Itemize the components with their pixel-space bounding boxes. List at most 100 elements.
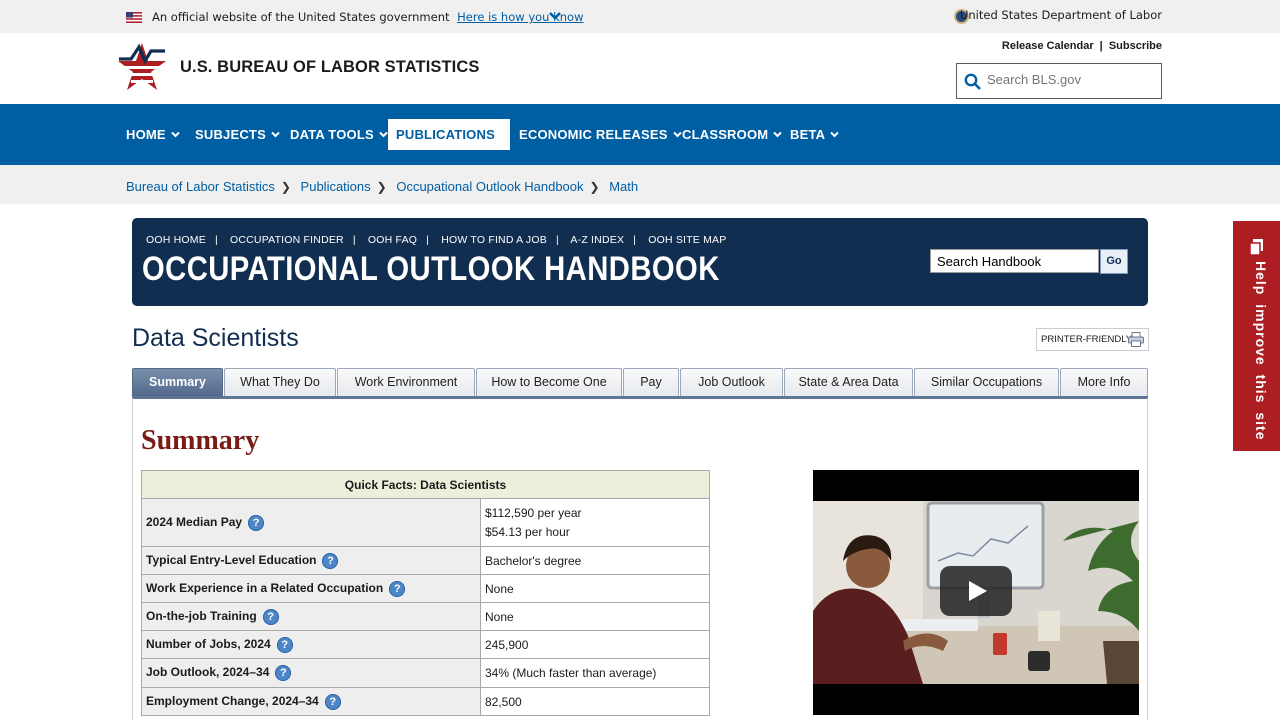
- summary-heading: Summary: [141, 425, 260, 456]
- handbook-search[interactable]: [930, 249, 1099, 273]
- fact-label: Number of Jobs, 2024: [146, 636, 271, 651]
- handbook-search-input[interactable]: [931, 250, 1091, 272]
- printer-friendly-button[interactable]: PRINTER-FRIENDLY: [1036, 328, 1149, 351]
- ooh-nav-divider: |: [214, 234, 218, 246]
- tab-what-they-do[interactable]: What They Do: [224, 368, 336, 396]
- nav-economic-releases[interactable]: ECONOMIC RELEASES: [511, 119, 690, 150]
- bls-logo-icon[interactable]: [117, 39, 167, 95]
- nav-beta-label: BETA: [790, 127, 826, 142]
- nav-subjects-label: SUBJECTS: [195, 127, 266, 142]
- fact-value: Bachelor's degree: [480, 546, 710, 575]
- utility-links: Release Calendar | Subscribe: [1002, 40, 1162, 52]
- fact-value-secondary: $54.13 per hour: [485, 524, 570, 539]
- ooh-nav: OOH HOME | OCCUPATION FINDER | OOH FAQ | HO…: [146, 234, 726, 246]
- occupation-tabs: Summary What They Do Work Environment Ho…: [132, 368, 1148, 396]
- ooh-nav-find-job[interactable]: HOW TO FIND A JOB: [441, 234, 547, 246]
- feedback-tab[interactable]: Help improve this site: [1233, 221, 1280, 451]
- chevron-right-icon: ❯: [376, 180, 387, 194]
- main-nav: HOME SUBJECTS DATA TOOLS PUBLICATIONS EC…: [0, 104, 1280, 169]
- table-row: Employment Change, 2024–34? 82,500: [141, 687, 710, 716]
- site-search[interactable]: [956, 63, 1162, 99]
- ooh-title[interactable]: OCCUPATIONAL OUTLOOK HANDBOOK: [142, 250, 720, 289]
- site-title[interactable]: U.S. BUREAU OF LABOR STATISTICS: [180, 58, 480, 77]
- video-player[interactable]: [813, 470, 1139, 715]
- ooh-banner: OOH HOME | OCCUPATION FINDER | OOH FAQ | HO…: [132, 218, 1148, 306]
- ooh-nav-az-index[interactable]: A-Z INDEX: [570, 234, 624, 246]
- handbook-go-button[interactable]: Go: [1100, 249, 1128, 274]
- breadcrumb: Bureau of Labor Statistics ❯ Publications…: [0, 165, 1280, 204]
- page-title: Data Scientists: [132, 324, 299, 352]
- fact-value: 34% (Much faster than average): [480, 658, 710, 688]
- nav-publications-label: PUBLICATIONS: [396, 127, 495, 142]
- tab-state-area-data[interactable]: State & Area Data: [784, 368, 913, 396]
- nav-home[interactable]: HOME: [118, 119, 188, 150]
- fact-label: On-the-job Training: [146, 608, 257, 623]
- quick-facts-title: Quick Facts: Data Scientists: [141, 470, 710, 499]
- ooh-nav-site-map[interactable]: OOH SITE MAP: [648, 234, 726, 246]
- nav-home-label: HOME: [126, 127, 166, 142]
- ooh-nav-divider: |: [555, 234, 559, 246]
- quick-facts-table: Quick Facts: Data Scientists 2024 Median…: [141, 470, 710, 716]
- fact-label-cell: Job Outlook, 2024–34?: [141, 658, 481, 688]
- ooh-nav-faq[interactable]: OOH FAQ: [368, 234, 417, 246]
- nav-subjects[interactable]: SUBJECTS: [187, 119, 288, 150]
- chevron-right-icon: ❯: [280, 180, 291, 194]
- play-button[interactable]: [940, 566, 1012, 616]
- official-text-label: An official website of the United States…: [152, 10, 450, 24]
- chevron-down-icon: [271, 131, 280, 138]
- subscribe-link[interactable]: Subscribe: [1109, 40, 1162, 52]
- breadcrumb-math[interactable]: Math: [609, 179, 638, 194]
- nav-beta[interactable]: BETA: [782, 119, 847, 150]
- nav-economic-releases-label: ECONOMIC RELEASES: [519, 127, 668, 142]
- ooh-nav-divider: |: [352, 234, 356, 246]
- tab-how-to-become-one[interactable]: How to Become One: [476, 368, 622, 396]
- fact-label: Typical Entry-Level Education: [146, 552, 317, 567]
- tab-pay[interactable]: Pay: [623, 368, 679, 396]
- fact-value: $112,590 per year: [485, 505, 582, 520]
- tab-more-info[interactable]: More Info: [1060, 368, 1148, 396]
- tab-work-environment[interactable]: Work Environment: [337, 368, 475, 396]
- ooh-nav-home[interactable]: OOH HOME: [146, 234, 206, 246]
- release-calendar-link[interactable]: Release Calendar: [1002, 40, 1094, 52]
- help-icon[interactable]: ?: [322, 552, 339, 569]
- table-row: On-the-job Training? None: [141, 602, 710, 631]
- department-link[interactable]: United States Department of Labor: [960, 8, 1162, 22]
- nav-classroom[interactable]: CLASSROOM: [674, 119, 790, 150]
- nav-data-tools[interactable]: DATA TOOLS: [282, 119, 396, 150]
- tab-summary[interactable]: Summary: [132, 368, 223, 396]
- breadcrumb-ooh[interactable]: Occupational Outlook Handbook: [396, 179, 583, 194]
- help-icon[interactable]: ?: [276, 636, 293, 653]
- help-icon[interactable]: ?: [389, 580, 406, 597]
- printer-friendly-label: PRINTER-FRIENDLY: [1041, 334, 1133, 345]
- ooh-nav-occupation-finder[interactable]: OCCUPATION FINDER: [230, 234, 344, 246]
- fact-value: 245,900: [480, 630, 710, 659]
- fact-label-cell: Work Experience in a Related Occupation?: [141, 574, 481, 603]
- tab-similar-occupations[interactable]: Similar Occupations: [914, 368, 1059, 396]
- tab-job-outlook[interactable]: Job Outlook: [680, 368, 783, 396]
- nav-publications[interactable]: PUBLICATIONS: [388, 119, 510, 169]
- search-icon[interactable]: [964, 73, 982, 91]
- ooh-nav-divider: |: [426, 234, 430, 246]
- fact-label: Employment Change, 2024–34: [146, 693, 319, 708]
- help-icon[interactable]: ?: [248, 514, 265, 531]
- how-you-know-link[interactable]: Here is how you know: [457, 10, 583, 24]
- help-icon[interactable]: ?: [275, 665, 292, 681]
- breadcrumb-bls[interactable]: Bureau of Labor Statistics: [126, 179, 275, 194]
- help-icon[interactable]: ?: [324, 693, 341, 710]
- fact-label-cell: 2024 Median Pay?: [141, 498, 481, 547]
- table-row: Number of Jobs, 2024? 245,900: [141, 630, 710, 659]
- fact-label: Job Outlook, 2024–34: [146, 665, 270, 680]
- fact-label: 2024 Median Pay: [146, 514, 243, 529]
- chevron-down-icon[interactable]: [548, 9, 562, 23]
- us-flag-icon: [126, 12, 142, 23]
- official-text: An official website of the United States…: [152, 10, 584, 24]
- nav-data-tools-label: DATA TOOLS: [290, 127, 374, 142]
- chevron-down-icon: [830, 131, 839, 138]
- breadcrumb-publications[interactable]: Publications: [301, 179, 371, 194]
- fact-label-cell: On-the-job Training?: [141, 602, 481, 631]
- ooh-nav-divider: |: [633, 234, 637, 246]
- help-icon[interactable]: ?: [262, 608, 279, 625]
- chevron-right-icon: ❯: [589, 180, 600, 194]
- fact-label-cell: Typical Entry-Level Education?: [141, 546, 481, 575]
- search-input[interactable]: [987, 72, 1152, 87]
